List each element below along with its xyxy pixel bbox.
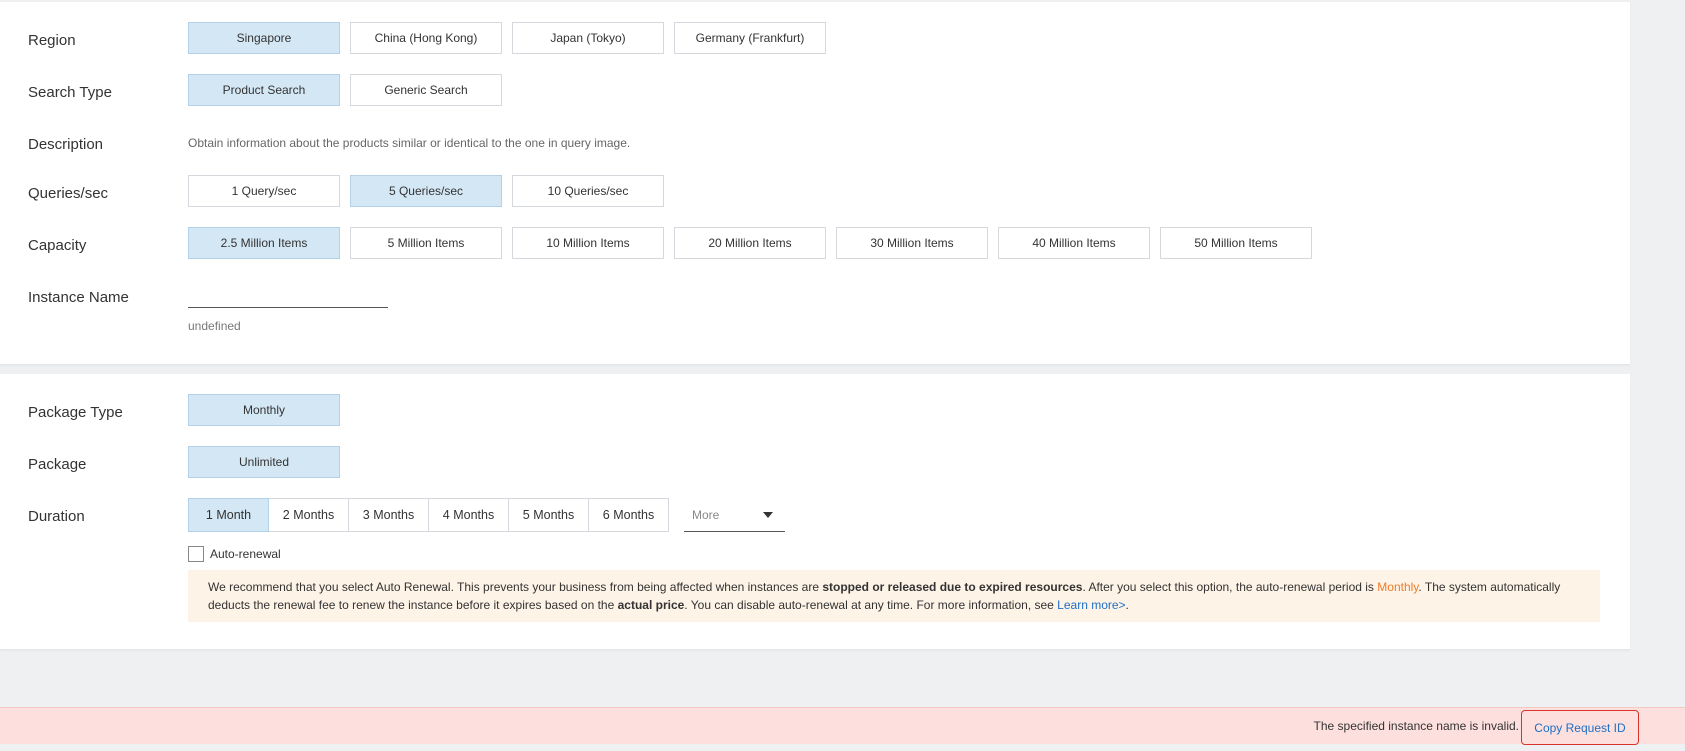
notice-text: . You can disable auto-renewal at any ti… (684, 598, 1058, 612)
qps-label: Queries/sec (28, 185, 109, 202)
duration-option-4-months[interactable]: 4 Months (428, 498, 509, 532)
region-options: Singapore China (Hong Kong) Japan (Tokyo) G… (188, 22, 836, 54)
page-gutter (1630, 0, 1685, 705)
duration-label: Duration (28, 508, 85, 525)
region-label: Region (28, 32, 76, 49)
instance-config-panel: Region Singapore China (Hong Kong) Japan (… (0, 2, 1630, 365)
duration-options: 1 Month 2 Months 3 Months 4 Months 5 Months 6… (188, 498, 669, 532)
copy-request-id-button[interactable]: Copy Request ID (1521, 710, 1639, 745)
search-type-option-product-search[interactable]: Product Search (188, 74, 340, 106)
error-bar: The specified instance name is invalid. … (0, 707, 1685, 745)
duration-more-select[interactable]: More (684, 498, 785, 532)
search-type-options: Product Search Generic Search (188, 74, 512, 106)
region-option-china-hong-kong[interactable]: China (Hong Kong) (350, 22, 502, 54)
search-type-option-generic-search[interactable]: Generic Search (350, 74, 502, 106)
qps-option-10-queries-sec[interactable]: 10 Queries/sec (512, 175, 664, 207)
search-type-label: Search Type (28, 84, 112, 101)
chevron-down-icon (763, 512, 773, 518)
duration-option-2-months[interactable]: 2 Months (268, 498, 349, 532)
region-option-germany-frankfurt[interactable]: Germany (Frankfurt) (674, 22, 826, 54)
instance-name-label: Instance Name (28, 289, 129, 306)
capacity-option-2-5-million-items[interactable]: 2.5 Million Items (188, 227, 340, 259)
duration-option-5-months[interactable]: 5 Months (508, 498, 589, 532)
auto-renewal-control[interactable]: Auto-renewal (188, 546, 281, 562)
description-label: Description (28, 136, 104, 153)
qps-option-1-query-sec[interactable]: 1 Query/sec (188, 175, 340, 207)
learn-more-link[interactable]: Learn more> (1057, 598, 1125, 612)
capacity-label: Capacity (28, 237, 87, 254)
package-unlimited-option[interactable]: Unlimited (188, 446, 340, 478)
notice-bold-text: stopped or released due to expired resou… (822, 580, 1083, 594)
region-option-japan-tokyo[interactable]: Japan (Tokyo) (512, 22, 664, 54)
notice-text: We recommend that you select Auto Renewa… (208, 580, 823, 594)
duration-more-placeholder: More (692, 507, 720, 522)
capacity-option-20-million-items[interactable]: 20 Million Items (674, 227, 826, 259)
auto-renewal-checkbox[interactable] (188, 546, 204, 562)
description-text: Obtain information about the products si… (188, 136, 631, 150)
capacity-option-5-million-items[interactable]: 5 Million Items (350, 227, 502, 259)
auto-renewal-label: Auto-renewal (210, 547, 281, 561)
instance-name-hint: undefined (188, 319, 241, 333)
duration-option-1-month[interactable]: 1 Month (188, 498, 269, 532)
auto-renewal-notice: We recommend that you select Auto Renewa… (188, 570, 1600, 622)
duration-option-3-months[interactable]: 3 Months (348, 498, 429, 532)
billing-panel: Package Type Monthly Package Unlimited D… (0, 374, 1630, 650)
capacity-option-10-million-items[interactable]: 10 Million Items (512, 227, 664, 259)
package-type-monthly-option[interactable]: Monthly (188, 394, 340, 426)
notice-text: . (1125, 598, 1129, 612)
capacity-option-50-million-items[interactable]: 50 Million Items (1160, 227, 1312, 259)
region-option-singapore[interactable]: Singapore (188, 22, 340, 54)
capacity-options: 2.5 Million Items 5 Million Items 10 Milli… (188, 227, 1322, 259)
notice-text: . After you select this option, the auto… (1082, 580, 1378, 594)
package-label: Package (28, 456, 87, 473)
instance-name-input[interactable] (188, 282, 388, 308)
qps-option-5-queries-sec[interactable]: 5 Queries/sec (350, 175, 502, 207)
duration-option-6-months[interactable]: 6 Months (588, 498, 669, 532)
notice-period: Monthly (1377, 580, 1419, 594)
capacity-option-40-million-items[interactable]: 40 Million Items (998, 227, 1150, 259)
qps-options: 1 Query/sec 5 Queries/sec 10 Queries/sec (188, 175, 674, 207)
error-message: The specified instance name is invalid. (1313, 719, 1519, 733)
package-type-label: Package Type (28, 404, 123, 421)
notice-bold-text: actual price (617, 598, 685, 612)
capacity-option-30-million-items[interactable]: 30 Million Items (836, 227, 988, 259)
